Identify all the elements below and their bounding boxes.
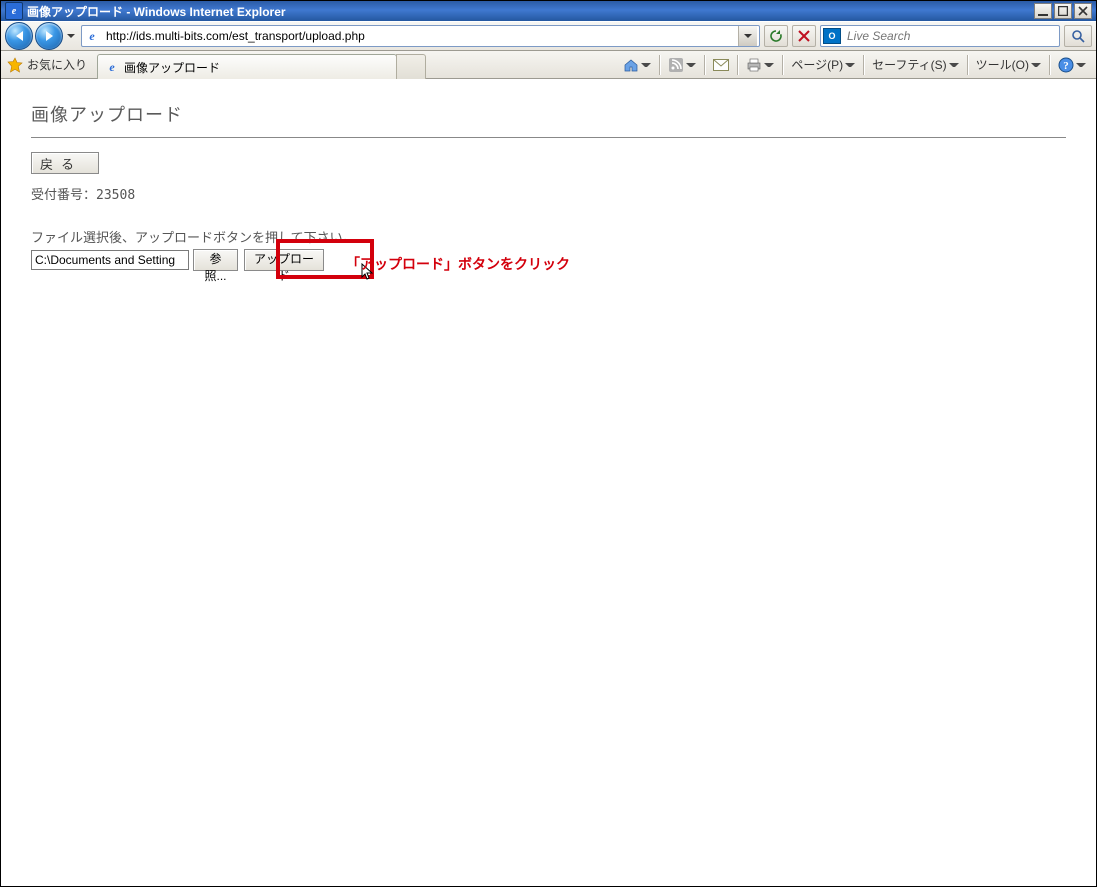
browse-button[interactable]: 参照... xyxy=(193,249,238,271)
address-dropdown[interactable] xyxy=(738,26,757,46)
page-menu-label: ページ(P) xyxy=(791,56,843,73)
receipt-line: 受付番号：23508 xyxy=(31,184,1066,203)
page-title: 画像アップロード xyxy=(31,101,1066,127)
chevron-down-icon xyxy=(744,34,752,38)
close-button[interactable] xyxy=(1074,3,1092,19)
chevron-down-icon xyxy=(686,63,696,67)
stop-button[interactable] xyxy=(792,25,816,47)
print-menu[interactable] xyxy=(742,55,778,75)
search-box[interactable]: O xyxy=(820,25,1060,47)
page-icon: e xyxy=(84,28,100,44)
tab-label: 画像アップロード xyxy=(124,59,390,76)
nav-history-dropdown[interactable] xyxy=(65,27,77,45)
new-tab-button[interactable] xyxy=(396,54,426,80)
rss-icon xyxy=(668,57,684,73)
maximize-button[interactable] xyxy=(1054,3,1072,19)
help-icon: ? xyxy=(1058,57,1074,73)
tabs-toolbar: お気に入り e 画像アップロード xyxy=(1,51,1096,79)
ie-icon: e xyxy=(5,2,23,20)
chevron-down-icon xyxy=(1031,63,1041,67)
window-controls xyxy=(1034,3,1092,19)
command-bar: ページ(P) セーフティ(S) ツール(O) ? xyxy=(613,51,1096,78)
receipt-number: 23508 xyxy=(96,188,135,203)
chevron-down-icon xyxy=(641,63,651,67)
tools-menu[interactable]: ツール(O) xyxy=(972,54,1045,75)
feeds-menu[interactable] xyxy=(664,55,700,75)
address-box[interactable]: e xyxy=(81,25,760,47)
home-icon xyxy=(623,57,639,73)
favorites-button[interactable]: お気に入り xyxy=(1,51,95,78)
safety-menu-label: セーフティ(S) xyxy=(872,56,947,73)
browser-tab[interactable]: e 画像アップロード xyxy=(97,54,397,79)
page-menu[interactable]: ページ(P) xyxy=(787,54,859,75)
star-icon xyxy=(7,57,23,73)
browser-window: e 画像アップロード - Windows Internet Explorer e xyxy=(0,0,1097,887)
horizontal-rule xyxy=(31,137,1066,138)
tools-menu-label: ツール(O) xyxy=(976,56,1029,73)
annotation-text: 「アップロード」ボタンをクリック xyxy=(346,254,570,274)
mail-menu[interactable] xyxy=(709,55,733,75)
upload-button[interactable]: アップロード xyxy=(244,249,324,271)
minimize-button[interactable] xyxy=(1034,3,1052,19)
search-input[interactable] xyxy=(845,28,1057,44)
chevron-down-icon xyxy=(845,63,855,67)
address-toolbar: e O xyxy=(1,21,1096,51)
favorites-label: お気に入り xyxy=(27,56,87,73)
titlebar-text: 画像アップロード - Windows Internet Explorer xyxy=(27,3,1034,20)
home-menu[interactable] xyxy=(619,55,655,75)
file-path-input[interactable] xyxy=(31,250,189,270)
search-provider-icon: O xyxy=(823,28,841,44)
chevron-down-icon xyxy=(764,63,774,67)
instruction-text: ファイル選択後、アップロードボタンを押して下さい。 xyxy=(31,227,1066,246)
page-viewport: 画像アップロード 戻る 受付番号：23508 ファイル選択後、アップロードボタン… xyxy=(1,79,1096,886)
titlebar: e 画像アップロード - Windows Internet Explorer xyxy=(1,1,1096,21)
tab-page-icon: e xyxy=(104,59,120,75)
svg-text:?: ? xyxy=(1063,60,1069,72)
chevron-down-icon xyxy=(1076,63,1086,67)
safety-menu[interactable]: セーフティ(S) xyxy=(868,54,963,75)
back-nav-button[interactable] xyxy=(5,22,33,50)
forward-nav-button[interactable] xyxy=(35,22,63,50)
chevron-down-icon xyxy=(67,34,75,38)
refresh-button[interactable] xyxy=(764,25,788,47)
chevron-down-icon xyxy=(949,63,959,67)
help-menu[interactable]: ? xyxy=(1054,55,1090,75)
search-go-button[interactable] xyxy=(1064,25,1092,47)
address-input[interactable] xyxy=(104,28,738,44)
mail-icon xyxy=(713,57,729,73)
receipt-label: 受付番号： xyxy=(31,188,96,203)
arrow-right-icon xyxy=(46,31,53,41)
upload-row: 参照... アップロード 「アップロード」ボタンをクリック xyxy=(31,249,1066,271)
arrow-left-icon xyxy=(16,31,23,41)
back-button[interactable]: 戻る xyxy=(31,152,99,174)
search-icon xyxy=(1071,29,1085,43)
printer-icon xyxy=(746,57,762,73)
